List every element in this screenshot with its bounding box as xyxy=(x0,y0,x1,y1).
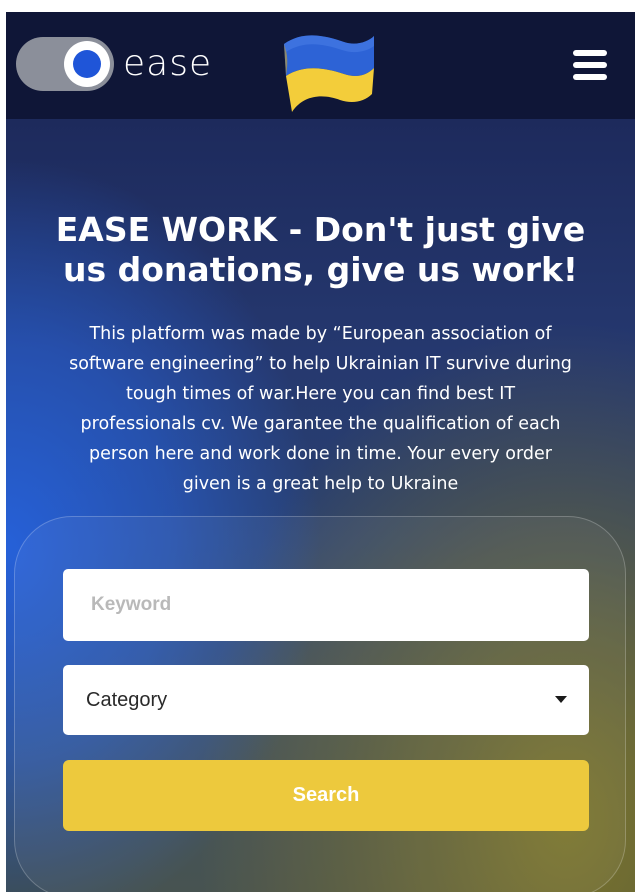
ukraine-flag-icon xyxy=(284,35,374,112)
hero-description-line: given is a great help to Ukraine xyxy=(182,474,459,494)
hero-description: This platform was made by “European asso… xyxy=(0,319,641,499)
hero-title: EASE WORK - Don't just give us donations… xyxy=(0,210,641,290)
logo-toggle[interactable] xyxy=(16,37,114,91)
hero-description-line: software engineering” to help Ukrainian … xyxy=(69,354,572,374)
hero-title-line-2: us donations, give us work! xyxy=(63,250,578,289)
site-header: ease xyxy=(6,12,635,119)
hero-section: EASE WORK - Don't just give us donations… xyxy=(6,119,635,892)
hero-title-line-1: EASE WORK - Don't just give xyxy=(55,210,586,249)
caret-down-icon xyxy=(555,696,567,703)
hero-description-line: professionals cv. We garantee the qualif… xyxy=(80,414,561,434)
logo-text[interactable]: ease xyxy=(123,44,212,84)
logo-knob-icon xyxy=(64,41,110,87)
keyword-input[interactable] xyxy=(63,569,589,641)
hamburger-menu-icon[interactable] xyxy=(571,46,615,84)
category-select[interactable]: Category xyxy=(63,665,589,735)
page: ease EASE WORK - Don't just give us dona… xyxy=(0,0,641,892)
hero-description-line: This platform was made by “European asso… xyxy=(89,324,552,344)
hero-description-line: person here and work done in time. Your … xyxy=(89,444,552,464)
hero-description-line: tough times of war.Here you can find bes… xyxy=(125,384,516,404)
search-button[interactable]: Search xyxy=(63,760,589,831)
category-selected-value: Category xyxy=(86,689,168,711)
